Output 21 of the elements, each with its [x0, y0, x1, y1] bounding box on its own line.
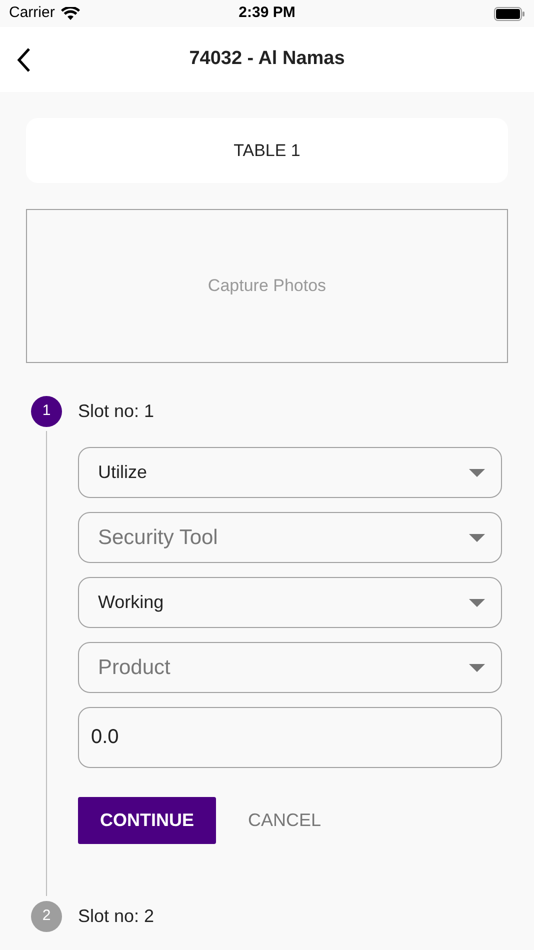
dropdown-arrow-icon	[469, 534, 485, 542]
dropdown-field[interactable]: Working	[78, 577, 502, 628]
wifi-icon	[60, 6, 80, 20]
dropdown-field[interactable]: Security Tool	[78, 512, 502, 563]
dropdown-field[interactable]: Product	[78, 642, 502, 693]
table-label: TABLE 1	[234, 140, 300, 162]
battery-icon	[494, 6, 525, 20]
page-title: 74032 - Al Namas	[189, 47, 345, 72]
continue-button[interactable]: CONTINUE	[78, 797, 216, 844]
step-number: 1	[31, 396, 62, 426]
dropdown-arrow-icon	[469, 598, 485, 606]
dropdown-arrow-icon	[469, 468, 485, 476]
time-label: 2:39 PM	[238, 3, 296, 24]
step-title: Slot no: 1	[78, 400, 154, 422]
cancel-button[interactable]: CANCEL	[248, 807, 322, 834]
step-number: 2	[31, 900, 62, 932]
carrier-label: Carrier	[9, 3, 55, 24]
dropdown-field[interactable]: Utilize	[78, 447, 502, 498]
input-field[interactable]: 0.0	[78, 707, 502, 768]
step-title: Slot no: 2	[78, 904, 154, 928]
dropdown-arrow-icon	[469, 664, 485, 672]
